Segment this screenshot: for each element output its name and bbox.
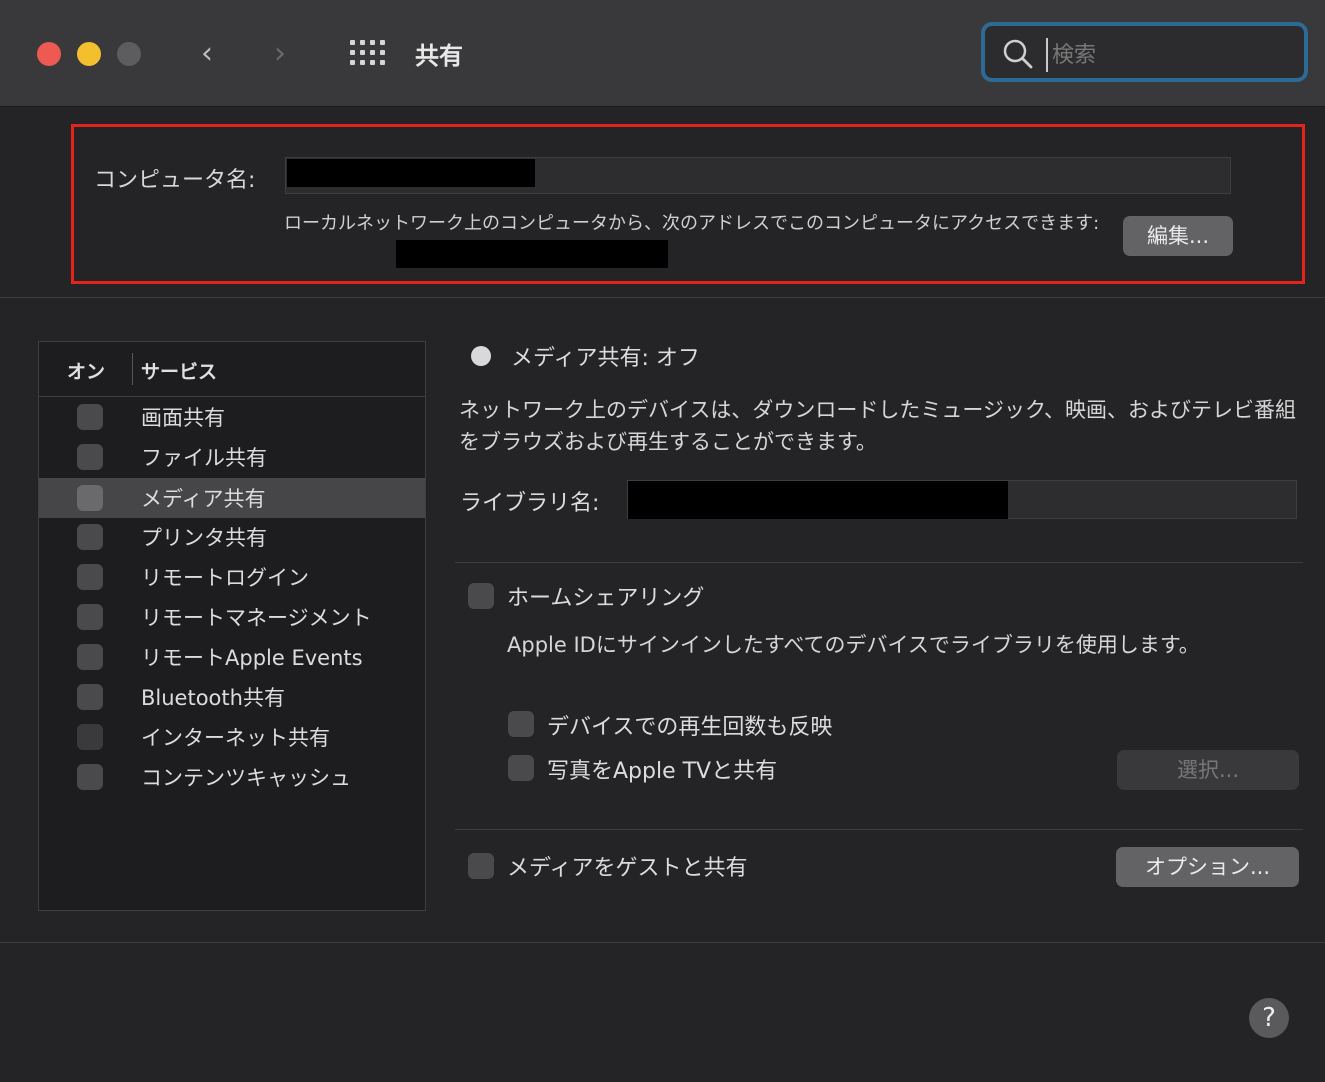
search-input[interactable] [1046,38,1306,72]
service-row-screen-sharing[interactable]: 画面共有 [39,397,425,437]
library-name-label: ライブラリ名: [460,491,600,516]
service-checkbox[interactable] [77,404,103,430]
minimize-window-button[interactable] [77,42,101,66]
home-sharing-label[interactable]: ホームシェアリング [507,580,704,612]
section-divider [455,829,1303,830]
service-label: メディア共有 [141,487,266,511]
status-indicator-icon [471,346,491,366]
service-row-bluetooth-sharing[interactable]: Bluetooth共有 [39,677,425,717]
library-name-redaction [628,481,1008,519]
forward-button[interactable]: › [274,36,286,72]
column-separator [132,353,133,385]
service-row-remote-apple-events[interactable]: リモートApple Events [39,637,425,677]
computer-name-redaction [287,159,535,187]
select-button[interactable]: 選択... [1117,750,1299,790]
service-label: Bluetooth共有 [141,686,285,710]
service-row-internet-sharing[interactable]: インターネット共有 [39,717,425,757]
share-photos-checkbox[interactable] [508,755,534,781]
play-count-label[interactable]: デバイスでの再生回数も反映 [547,709,832,741]
back-button[interactable]: ‹ [201,36,213,72]
computer-address-redaction [396,240,668,268]
service-label: インターネット共有 [141,726,330,750]
play-count-checkbox[interactable] [508,711,534,737]
footer-divider [0,942,1325,943]
service-checkbox[interactable] [77,444,103,470]
zoom-window-button[interactable] [117,42,141,66]
section-divider [0,297,1325,298]
service-checkbox[interactable] [77,764,103,790]
edit-button[interactable]: 編集... [1123,216,1233,256]
home-sharing-checkbox[interactable] [468,583,494,609]
service-row-file-sharing[interactable]: ファイル共有 [39,437,425,477]
service-label: ファイル共有 [141,446,267,470]
guest-sharing-label[interactable]: メディアをゲストと共有 [507,850,747,882]
service-row-media-sharing[interactable]: メディア共有 [39,478,425,518]
guest-sharing-checkbox[interactable] [468,853,494,879]
column-header-service[interactable]: サービス [141,357,217,384]
service-label: リモートログイン [141,566,309,590]
service-label: 画面共有 [141,406,225,430]
service-label: コンテンツキャッシュ [141,766,351,790]
service-checkbox[interactable] [77,564,103,590]
service-checkbox[interactable] [77,644,103,670]
service-label: プリンタ共有 [141,526,267,550]
service-checkbox[interactable] [77,604,103,630]
home-sharing-description: Apple IDにサインインしたすべてのデバイスでライブラリを使用します。 [507,633,1200,657]
computer-name-label: コンピュータ名: [94,168,256,193]
media-sharing-description: ネットワーク上のデバイスは、ダウンロードしたミュージック、映画、およびテレビ番組… [459,398,1297,454]
service-checkbox[interactable] [77,724,103,750]
service-checkbox[interactable] [77,684,103,710]
share-photos-label[interactable]: 写真をApple TVと共有 [547,753,777,785]
service-checkbox[interactable] [77,485,103,511]
computer-name-highlight [71,124,1305,284]
window-title: 共有 [415,42,463,70]
search-icon [1003,39,1033,69]
computer-address-description: ローカルネットワーク上のコンピュータから、次のアドレスでこのコンピュータにアクセ… [284,213,1100,234]
service-label: リモートマネージメント [141,606,372,630]
help-button[interactable]: ? [1249,998,1289,1038]
section-divider [455,562,1303,563]
service-label: リモートApple Events [141,646,363,670]
service-row-remote-management[interactable]: リモートマネージメント [39,597,425,637]
service-row-printer-sharing[interactable]: プリンタ共有 [39,517,425,557]
service-checkbox[interactable] [77,524,103,550]
close-window-button[interactable] [37,42,61,66]
media-sharing-status: メディア共有: オフ [511,346,700,371]
options-button[interactable]: オプション... [1116,847,1299,887]
column-header-on[interactable]: オン [67,357,105,384]
service-row-remote-login[interactable]: リモートログイン [39,557,425,597]
show-all-grid-icon[interactable] [350,40,386,68]
service-row-content-caching[interactable]: コンテンツキャッシュ [39,757,425,797]
